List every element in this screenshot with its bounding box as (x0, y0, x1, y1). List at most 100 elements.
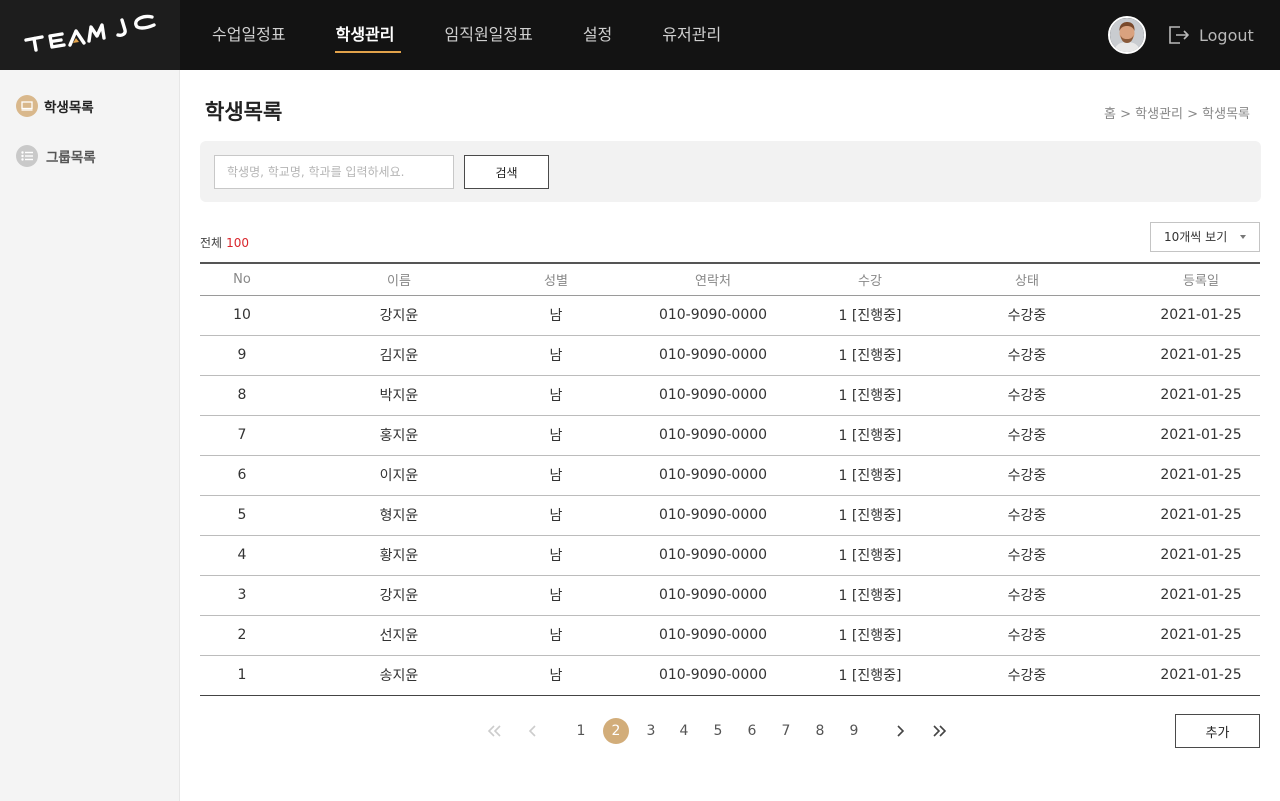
cell-no: 2 (237, 627, 247, 643)
page-4[interactable]: 4 (671, 718, 697, 744)
cell-contact: 010-9090-0000 (658, 627, 768, 643)
column-header: 성별 (544, 273, 568, 289)
page-6[interactable]: 6 (739, 718, 765, 744)
cell-gender: 남 (549, 628, 563, 644)
sidebar-item-label: 그룹목록 (46, 150, 96, 166)
column-header: 연락처 (695, 273, 731, 289)
page-5[interactable]: 5 (705, 718, 731, 744)
page-1[interactable]: 1 (568, 718, 594, 744)
next-page-button[interactable] (890, 718, 910, 744)
table-header-row: No 이름 성별 연락처 수강 상태 등록일 (200, 263, 1260, 295)
cell-name: 형지윤 (379, 508, 419, 524)
avatar[interactable] (1108, 16, 1146, 54)
cell-name: 이지윤 (379, 468, 419, 484)
cell-no: 10 (233, 307, 251, 323)
list-icon (16, 145, 38, 167)
search-button[interactable]: 검색 (464, 155, 549, 189)
cell-status: 수강중 (1007, 668, 1047, 684)
cell-no: 7 (237, 427, 247, 443)
cell-status: 수강중 (1007, 388, 1047, 404)
table-row[interactable]: 10 강지윤 남 010-9090-0000 1 [진행중] 수강중 2021-01-25 (200, 295, 1260, 335)
cell-status: 수강중 (1007, 428, 1047, 444)
table-row[interactable]: 6 이지윤 남 010-9090-0000 1 [진행중] 수강중 2021-01-25 (200, 455, 1260, 495)
cell-contact: 010-9090-0000 (658, 667, 768, 683)
total-count-value: 100 (226, 236, 249, 250)
logout-button[interactable]: Logout (1168, 22, 1254, 48)
cell-no: 9 (237, 347, 247, 363)
cell-gender: 남 (549, 388, 563, 404)
cell-contact: 010-9090-0000 (658, 427, 768, 443)
page-2-current[interactable]: 2 (603, 718, 629, 744)
cell-name: 강지윤 (379, 308, 419, 324)
add-button[interactable]: 추가 (1175, 714, 1260, 748)
table-row[interactable]: 7 홍지윤 남 010-9090-0000 1 [진행중] 수강중 2021-01-25 (200, 415, 1260, 455)
cell-gender: 남 (549, 508, 563, 524)
cell-no: 5 (237, 507, 247, 523)
breadcrumb: 홈 > 학생관리 > 학생목록 (1104, 107, 1250, 122)
nav-class-schedule[interactable]: 수업일정표 (212, 0, 286, 70)
sidebar-item-label: 학생목록 (44, 100, 94, 116)
nav-student-management[interactable]: 학생관리 (334, 0, 401, 70)
cell-course: 1 [진행중] (838, 428, 902, 444)
cell-course: 1 [진행중] (838, 628, 902, 644)
cell-contact: 010-9090-0000 (658, 387, 768, 403)
table-row[interactable]: 4 황지윤 남 010-9090-0000 1 [진행중] 수강중 2021-01-25 (200, 535, 1260, 575)
cell-gender: 남 (549, 468, 563, 484)
table-row[interactable]: 1 송지윤 남 010-9090-0000 1 [진행중] 수강중 2021-01-25 (200, 655, 1260, 695)
nav-settings[interactable]: 설정 (583, 0, 612, 70)
cell-contact: 010-9090-0000 (658, 467, 768, 483)
page-7[interactable]: 7 (773, 718, 799, 744)
page-size-select[interactable]: 10개씩 보기 (1150, 222, 1260, 252)
table-row[interactable]: 2 선지윤 남 010-9090-0000 1 [진행중] 수강중 2021-01-25 (200, 615, 1260, 655)
table-row[interactable]: 9 김지윤 남 010-9090-0000 1 [진행중] 수강중 2021-01-25 (200, 335, 1260, 375)
page-title: 학생목록 (205, 100, 283, 124)
cell-course: 1 [진행중] (838, 668, 902, 684)
table-row[interactable]: 8 박지윤 남 010-9090-0000 1 [진행중] 수강중 2021-01-25 (200, 375, 1260, 415)
cell-course: 1 [진행중] (838, 508, 902, 524)
column-header: 상태 (1015, 273, 1039, 289)
cell-gender: 남 (549, 548, 563, 564)
sidebar-item-group-list[interactable]: 그룹목록 (16, 144, 96, 168)
last-page-button[interactable] (929, 718, 951, 744)
cell-date: 2021-01-25 (1160, 587, 1242, 603)
student-table: No 이름 성별 연락처 수강 상태 등록일 10 강지윤 남 010-9090-00… (200, 262, 1260, 696)
cell-status: 수강중 (1007, 348, 1047, 364)
cell-name: 송지윤 (379, 668, 419, 684)
page-9[interactable]: 9 (841, 718, 867, 744)
cell-no: 4 (237, 547, 247, 563)
sidebar-item-student-list[interactable]: 학생목록 (16, 94, 94, 118)
page-8[interactable]: 8 (807, 718, 833, 744)
chevron-right-icon (897, 725, 905, 737)
caret-down-icon (1240, 235, 1246, 239)
table-row[interactable]: 3 강지윤 남 010-9090-0000 1 [진행중] 수강중 2021-01-25 (200, 575, 1260, 615)
cell-date: 2021-01-25 (1160, 387, 1242, 403)
cell-gender: 남 (549, 588, 563, 604)
logo[interactable] (0, 0, 180, 70)
cell-gender: 남 (549, 428, 563, 444)
cell-name: 김지윤 (379, 348, 419, 364)
nav-staff-schedule[interactable]: 임직원일정표 (445, 0, 533, 70)
cell-name: 선지윤 (379, 628, 419, 644)
cell-name: 황지윤 (379, 548, 419, 564)
cell-gender: 남 (549, 348, 563, 364)
first-page-button[interactable] (483, 718, 505, 744)
cell-name: 강지윤 (379, 588, 419, 604)
cell-status: 수강중 (1007, 588, 1047, 604)
search-input[interactable] (214, 155, 454, 189)
user-avatar-icon (1110, 18, 1144, 52)
cell-name: 홍지윤 (379, 428, 419, 444)
nav-user-management[interactable]: 유저관리 (662, 0, 721, 70)
logout-label: Logout (1199, 25, 1254, 45)
page-3[interactable]: 3 (638, 718, 664, 744)
cell-course: 1 [진행중] (838, 388, 902, 404)
main-nav: 수업일정표 학생관리 임직원일정표 설정 유저관리 (212, 0, 771, 70)
double-chevron-left-icon (487, 725, 501, 737)
cell-no: 1 (237, 667, 247, 683)
cell-no: 6 (237, 467, 247, 483)
column-header: No (233, 271, 251, 287)
total-count: 전체 100 (200, 234, 249, 251)
sidebar: 학생목록 그룹목록 (0, 70, 180, 801)
prev-page-button[interactable] (523, 718, 543, 744)
table-row[interactable]: 5 형지윤 남 010-9090-0000 1 [진행중] 수강중 2021-01-25 (200, 495, 1260, 535)
cell-date: 2021-01-25 (1160, 467, 1242, 483)
